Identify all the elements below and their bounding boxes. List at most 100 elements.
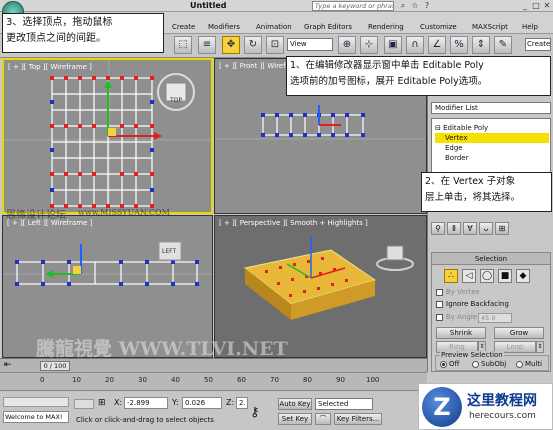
key-set-dropdown[interactable]: Selected <box>315 398 373 410</box>
stack-item-editable-poly[interactable]: ⊟ Editable Poly <box>435 123 549 133</box>
manipulate-icon[interactable]: ⊹ <box>360 36 378 54</box>
maxscript-mini-listener[interactable]: Welcome to MAX! <box>3 411 69 423</box>
select-and-move-icon[interactable]: ✥ <box>222 36 240 54</box>
show-end-result-icon[interactable]: Ⅱ <box>447 222 461 235</box>
select-by-name-icon[interactable]: ≡ <box>198 36 216 54</box>
stack-item-vertex[interactable]: Vertex <box>435 133 549 143</box>
search-input[interactable]: Type a keyword or phrase <box>312 1 394 11</box>
viewcube-top-label[interactable]: TOP <box>170 97 182 104</box>
menu-graph-editors[interactable]: Graph Editors <box>304 23 352 31</box>
menu-animation[interactable]: Animation <box>256 23 292 31</box>
callout-step-1-line-2: 选项前的加号图标，展开 Editable Poly选项。 <box>290 76 488 87</box>
tick-label: 0 <box>40 376 45 384</box>
mini-curve-icon[interactable]: ⇤ <box>4 360 12 370</box>
preview-multi-radio[interactable] <box>516 361 523 368</box>
selection-rollout-header[interactable]: Selection <box>432 253 550 265</box>
maximize-icon[interactable]: □ <box>531 1 541 11</box>
named-selection-select[interactable]: Create <box>525 38 551 51</box>
percent-snap-icon[interactable]: % <box>450 36 468 54</box>
collapse-icon[interactable]: ⊟ <box>435 124 443 132</box>
scale-icon[interactable]: ⊡ <box>266 36 284 54</box>
menu-modifiers[interactable]: Modifiers <box>208 23 240 31</box>
time-slider[interactable]: 0 / 100 <box>40 361 70 371</box>
snap-icon[interactable]: ∩ <box>406 36 424 54</box>
y-coordinate-field[interactable]: 0.026 <box>182 397 222 409</box>
site-url: herecours.com <box>469 411 536 421</box>
by-vertex-label: By Vertex <box>446 288 480 296</box>
rotate-icon[interactable]: ↻ <box>244 36 262 54</box>
prompt-line: Click or click-and-drag to select object… <box>76 416 214 424</box>
remove-modifier-icon[interactable]: ᴗ <box>479 222 493 235</box>
default-in-out-tangent-icon[interactable]: ⌒ <box>315 413 331 425</box>
track-bar[interactable]: 0 10 20 30 40 50 60 70 80 90 100 <box>0 372 427 390</box>
pin-stack-icon[interactable]: ⚲ <box>431 222 445 235</box>
callout-step-3-line-1: 3、选择顶点，拖动鼠标 <box>6 17 113 28</box>
tick-label: 30 <box>138 376 147 384</box>
configure-sets-icon[interactable]: ⊞ <box>495 222 509 235</box>
vertex-mode-icon[interactable]: ∴ <box>444 269 458 283</box>
spinner-snap-icon[interactable]: ⇕ <box>472 36 490 54</box>
preview-selection-title: Preview Selection <box>440 351 504 359</box>
element-mode-icon[interactable]: ◆ <box>516 269 530 283</box>
select-object-icon[interactable]: ⬚ <box>174 36 192 54</box>
ignore-backfacing-checkbox[interactable] <box>436 301 443 308</box>
y-label: Y: <box>172 398 179 407</box>
tick-label: 70 <box>270 376 279 384</box>
polygon-mode-icon[interactable]: ■ <box>498 269 512 283</box>
maxscript-listener-pink[interactable] <box>3 397 69 407</box>
callout-step-1: 1、在编辑修改器显示窗中单击 Editable Poly 选项前的加号图标，展开… <box>286 56 551 96</box>
stack-item-edge[interactable]: Edge <box>435 143 549 153</box>
tick-label: 40 <box>171 376 180 384</box>
site-title: 这里教程网 <box>467 393 537 409</box>
menu-maxscript[interactable]: MAXScript <box>472 23 508 31</box>
menu-create[interactable]: Create <box>172 23 195 31</box>
menu-customize[interactable]: Customize <box>420 23 457 31</box>
set-key-button[interactable]: Set Key <box>278 413 312 425</box>
star-icon[interactable]: ☆ <box>410 1 420 11</box>
make-unique-icon[interactable]: ∀ <box>463 222 477 235</box>
by-angle-checkbox[interactable] <box>436 314 443 321</box>
reference-coordinate-select[interactable]: View <box>287 38 333 51</box>
shrink-button[interactable]: Shrink <box>436 327 486 339</box>
loop-spinner[interactable]: ⇕ <box>536 341 544 353</box>
key-filters-button[interactable]: Key Filters... <box>334 413 382 425</box>
grow-button[interactable]: Grow <box>494 327 544 339</box>
pivot-center-icon[interactable]: ⊕ <box>338 36 356 54</box>
preview-off-radio[interactable] <box>440 361 447 368</box>
named-selection-icon[interactable]: ✎ <box>494 36 512 54</box>
watermark-tlvi: 騰龍視覺 WWW.TLVI.NET <box>36 338 288 360</box>
stack-toolbar: ⚲ Ⅱ ∀ ᴗ ⊞ <box>431 222 551 236</box>
minimize-icon[interactable]: _ <box>520 1 530 11</box>
menu-help[interactable]: Help <box>522 23 538 31</box>
modifier-list-dropdown[interactable]: Modifier List <box>431 102 551 114</box>
menu-rendering[interactable]: Rendering <box>368 23 404 31</box>
close-icon[interactable]: ✕ <box>542 1 552 11</box>
tick-label: 60 <box>237 376 246 384</box>
auto-key-button[interactable]: Auto Key <box>278 398 312 410</box>
z-coordinate-field[interactable]: 2. <box>236 397 248 409</box>
absolute-mode-icon[interactable]: ⊞ <box>98 398 106 408</box>
document-title: Untitled <box>190 1 227 10</box>
angle-value-field[interactable]: 45.0 <box>478 313 512 323</box>
binoculars-icon[interactable]: ⌕ <box>398 1 408 11</box>
angle-snap-icon[interactable]: ∠ <box>428 36 446 54</box>
by-vertex-checkbox[interactable] <box>436 289 443 296</box>
help-icon[interactable]: ? <box>422 1 432 11</box>
x-coordinate-field[interactable]: -2.899 <box>124 397 168 409</box>
tick-label: 10 <box>72 376 81 384</box>
selection-rollout: Selection ∴ ◁ ◯ ■ ◆ By Vertex Ignore Bac… <box>431 252 551 372</box>
command-panel: Modifier List ⊟ Editable Poly Vertex Edg… <box>427 56 553 372</box>
preview-multi-label: Multi <box>525 360 543 368</box>
edge-mode-icon[interactable]: ◁ <box>462 269 476 283</box>
by-angle-label: By Angle: <box>446 313 480 321</box>
viewport-top[interactable]: [ + ][ Top ][ Wireframe ] TOP <box>2 58 213 214</box>
preview-selection-group: Preview Selection Off SubObj Multi <box>435 351 549 371</box>
stack-item-border[interactable]: Border <box>435 153 549 163</box>
keyboard-shortcut-icon[interactable]: ▣ <box>384 36 402 54</box>
set-key-icon[interactable]: ⚷ <box>250 405 260 420</box>
tick-label: 50 <box>204 376 213 384</box>
selection-lock-icon[interactable] <box>74 399 94 409</box>
viewcube-left-label[interactable]: LEFT <box>162 248 176 255</box>
preview-subobj-radio[interactable] <box>472 361 479 368</box>
border-mode-icon[interactable]: ◯ <box>480 269 494 283</box>
